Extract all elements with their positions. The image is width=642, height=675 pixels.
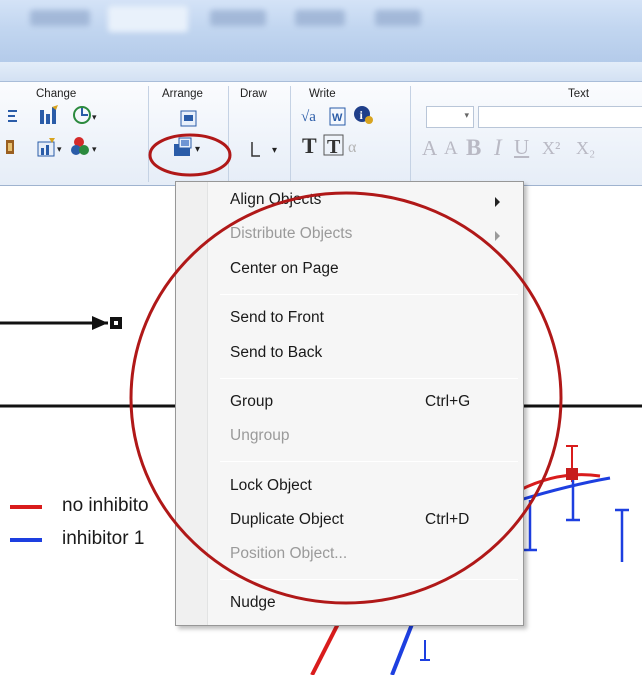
info-icon[interactable]: i bbox=[352, 104, 376, 126]
group-separator bbox=[410, 86, 411, 182]
arrange-top-icon[interactable] bbox=[178, 108, 200, 130]
svg-text:α: α bbox=[348, 139, 357, 156]
menu-separator bbox=[220, 461, 518, 462]
menu-separator bbox=[220, 294, 518, 295]
group-label-draw: Draw bbox=[240, 88, 267, 100]
menu-item-lock-object[interactable]: Lock Object bbox=[230, 477, 312, 495]
menu-item-ungroup[interactable]: Ungroup bbox=[230, 427, 289, 445]
sort-icon[interactable] bbox=[6, 108, 20, 126]
menu-item-duplicate-object[interactable]: Duplicate Object bbox=[230, 511, 344, 529]
shortcut-duplicate: Ctrl+D bbox=[425, 511, 470, 528]
group-separator bbox=[290, 86, 291, 182]
group-separator bbox=[228, 86, 229, 182]
tab-blurred-1[interactable] bbox=[30, 10, 90, 26]
analyze-icon[interactable]: ▾ bbox=[72, 104, 100, 126]
legend-label-no-inhibitor[interactable]: no inhibito bbox=[62, 495, 149, 517]
chevron-down-icon: ▾ bbox=[464, 110, 469, 120]
subscript-button[interactable]: X₂ bbox=[576, 138, 595, 159]
arrange-context-menu: Align Objects Distribute Objects Center … bbox=[175, 181, 524, 626]
tab-blurred-5[interactable] bbox=[375, 10, 421, 26]
superscript-button[interactable]: X² bbox=[542, 138, 560, 159]
tab-blurred-4[interactable] bbox=[295, 10, 345, 26]
insert-word-object-icon[interactable]: W bbox=[328, 106, 348, 128]
ribbon-tab-strip bbox=[0, 62, 642, 82]
menu-item-center-on-page[interactable]: Center on Page bbox=[230, 260, 339, 278]
svg-text:T: T bbox=[327, 136, 341, 158]
underline-button[interactable]: U bbox=[514, 135, 529, 160]
decrease-font-size-button[interactable]: A bbox=[444, 138, 458, 160]
svg-text:▾: ▾ bbox=[92, 144, 97, 154]
legend-label-inhibitor-1[interactable]: inhibitor 1 bbox=[62, 528, 144, 550]
menu-item-position-object[interactable]: Position Object... bbox=[230, 545, 347, 563]
font-name-combo[interactable] bbox=[478, 106, 642, 128]
increase-font-size-button[interactable]: A bbox=[422, 136, 437, 161]
menu-icon-gutter bbox=[176, 182, 208, 625]
font-size-combo[interactable]: ▾ bbox=[426, 106, 474, 128]
group-label-arrange: Arrange bbox=[162, 88, 203, 100]
svg-text:▾: ▾ bbox=[272, 145, 277, 156]
equation-icon[interactable]: √a bbox=[300, 104, 322, 126]
change-graph-type-icon[interactable]: ▾ bbox=[36, 134, 66, 158]
group-label-write: Write bbox=[309, 88, 336, 100]
menu-item-align-objects[interactable]: Align Objects bbox=[230, 191, 321, 209]
group-label-text: Text bbox=[568, 88, 590, 100]
menu-item-group[interactable]: Group bbox=[230, 393, 273, 411]
menu-item-nudge[interactable]: Nudge bbox=[230, 594, 276, 612]
chart-edit-icon[interactable] bbox=[38, 104, 60, 126]
tab-blurred-3[interactable] bbox=[210, 10, 266, 26]
title-bar bbox=[0, 0, 642, 62]
svg-text:▾: ▾ bbox=[195, 144, 200, 155]
shortcut-group: Ctrl+G bbox=[425, 393, 471, 410]
group-separator bbox=[148, 86, 149, 182]
color-scheme-icon[interactable]: ▾ bbox=[70, 134, 102, 158]
menu-item-distribute-objects[interactable]: Distribute Objects bbox=[230, 225, 352, 243]
bold-button[interactable]: B bbox=[466, 135, 481, 161]
menu-separator bbox=[220, 579, 518, 580]
arrange-objects-icon[interactable]: ▾ bbox=[170, 134, 210, 158]
menu-item-send-to-back[interactable]: Send to Back bbox=[230, 344, 322, 362]
draw-line-icon[interactable]: ▾ bbox=[246, 138, 282, 160]
svg-text:T: T bbox=[302, 133, 317, 158]
layout-icon[interactable] bbox=[4, 136, 18, 158]
submenu-arrow-icon bbox=[495, 197, 500, 207]
svg-text:▾: ▾ bbox=[92, 112, 97, 122]
ribbon: Change Arrange Draw Write Text ▾ ▾ ▾ ▾ ▾ bbox=[0, 82, 642, 186]
group-label-change: Change bbox=[36, 88, 77, 100]
text-tools-icon[interactable]: T T α bbox=[300, 132, 392, 158]
menu-separator bbox=[220, 378, 518, 379]
submenu-arrow-icon bbox=[495, 231, 500, 241]
tab-blurred-2[interactable] bbox=[108, 6, 188, 32]
svg-text:W: W bbox=[332, 112, 343, 124]
svg-text:√a: √a bbox=[301, 109, 316, 125]
italic-button[interactable]: I bbox=[494, 135, 502, 161]
menu-item-send-to-front[interactable]: Send to Front bbox=[230, 309, 324, 327]
svg-text:▾: ▾ bbox=[57, 144, 62, 154]
